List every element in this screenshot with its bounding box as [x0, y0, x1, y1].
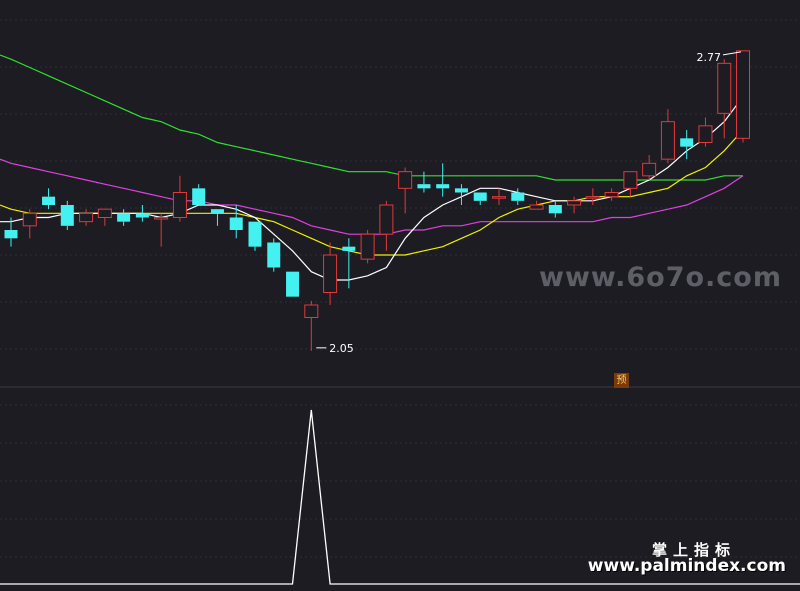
high-price-label: 2.77 [697, 51, 722, 64]
candle-body-up [492, 196, 506, 199]
candle-body-up [623, 171, 638, 189]
price-annotations: 2.77 2.05 [316, 51, 742, 355]
candle-body-down [417, 184, 431, 189]
candle-body-up [172, 192, 187, 218]
candle-body-up [97, 208, 112, 219]
low-price-label: 2.05 [329, 342, 354, 355]
candle-body-up [604, 192, 619, 198]
candle-body-down [210, 209, 224, 214]
candle-body-down [117, 213, 131, 222]
candle-body-up [698, 125, 713, 144]
candle-body-up [529, 204, 544, 210]
candle-body-down [192, 188, 206, 205]
candle-body-up [736, 50, 750, 139]
candle-body-up [79, 212, 94, 223]
candle-body-up [567, 200, 582, 206]
candle-body-down [436, 184, 450, 189]
candle-body-down [342, 246, 356, 251]
candle-body-up [717, 62, 732, 114]
candle-body-up [22, 212, 37, 227]
candlestick-series [4, 50, 750, 351]
forecast-badge: 预 [614, 373, 629, 388]
candle-body-down [680, 138, 694, 147]
watermark-site: www.6o7o.com [539, 262, 782, 293]
candle-body-up [154, 217, 169, 220]
candle-body-up [360, 233, 375, 260]
kline-chart: 2.77 2.05 [0, 19, 800, 585]
candle-body-up [398, 171, 413, 189]
candle-body-up [379, 204, 394, 235]
candle-body-down [548, 205, 562, 214]
candle-body-down [135, 213, 149, 218]
watermark-brand-url: www.palmindex.com [587, 556, 786, 576]
candle-body-up [304, 304, 319, 318]
candle-body-up [323, 254, 338, 293]
candle-body-down [229, 217, 243, 230]
candle-body-down [267, 242, 281, 268]
candle-body-up [642, 162, 657, 177]
candle-body-down [4, 230, 18, 239]
candle-body-up [585, 196, 600, 199]
candle-body-down [60, 205, 74, 226]
candle-body-up [660, 121, 675, 160]
candle-body-down [454, 188, 468, 193]
candle-body-down [511, 192, 525, 201]
candle-body-down [473, 192, 487, 201]
candle-body-down [42, 196, 56, 205]
candle-body-down [286, 271, 300, 297]
candle-body-down [248, 221, 262, 247]
